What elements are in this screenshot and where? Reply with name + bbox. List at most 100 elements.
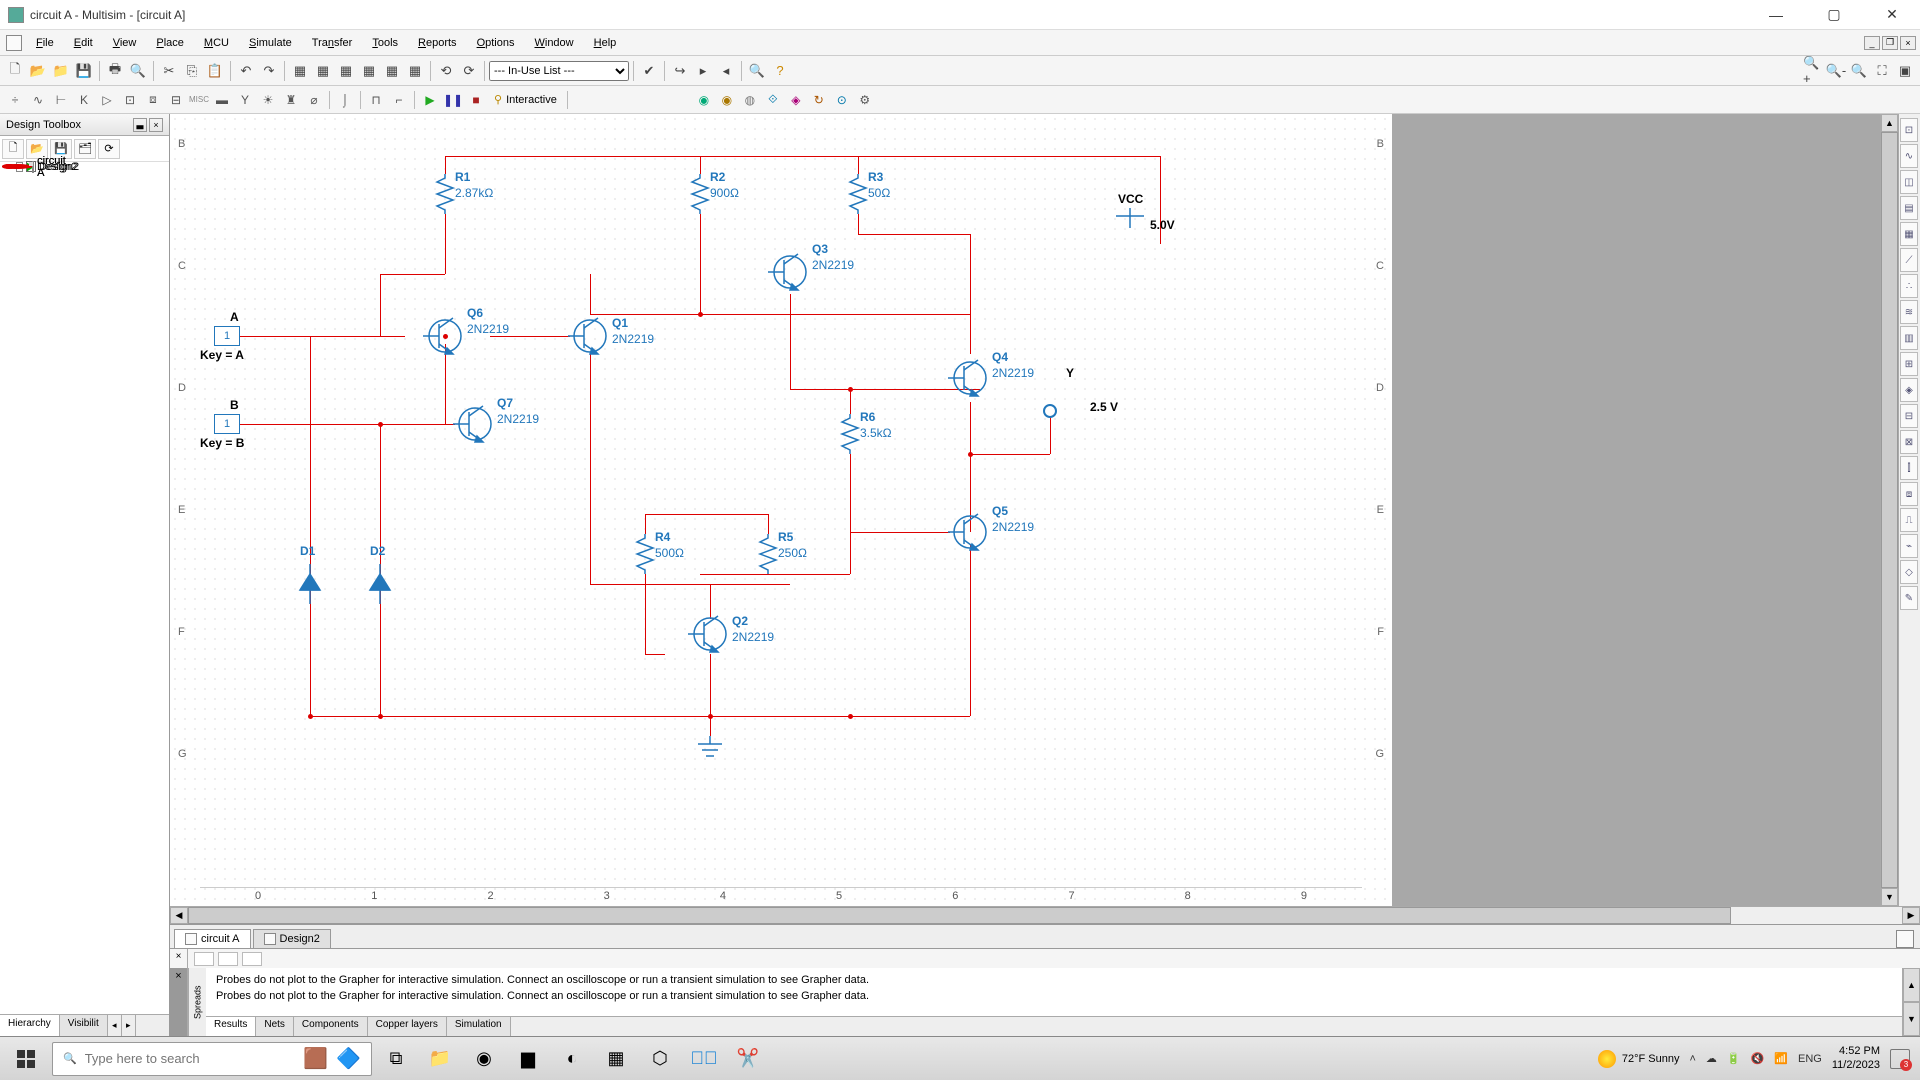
- tree-node-design2-doc[interactable]: Design2: [2, 164, 32, 169]
- resistor-r3[interactable]: [850, 174, 866, 214]
- toolbox-saveall-button[interactable]: 🗂: [74, 139, 96, 159]
- transistor-q6[interactable]: [423, 314, 467, 358]
- taskview-button[interactable]: ⧉: [376, 1041, 416, 1077]
- zoom-out-button[interactable]: 🔍-: [1825, 60, 1847, 82]
- instr-fg-button[interactable]: ∿: [1900, 144, 1918, 168]
- terminal-button[interactable]: ▆: [508, 1041, 548, 1077]
- menu-transfer[interactable]: Transfer: [302, 33, 363, 53]
- place-label-button[interactable]: MISC: [188, 89, 210, 111]
- db-button-5[interactable]: ▦: [381, 60, 403, 82]
- diode-d1[interactable]: [298, 564, 322, 604]
- print-button[interactable]: 🖶: [104, 60, 126, 82]
- menu-mcu[interactable]: MCU: [194, 33, 239, 53]
- inuse-list-select[interactable]: --- In-Use List ---: [489, 61, 629, 81]
- instr-2-button[interactable]: ◉: [716, 89, 738, 111]
- instr-ag-button[interactable]: ⎍: [1900, 508, 1918, 532]
- db-button-2[interactable]: ▦: [312, 60, 334, 82]
- menu-help[interactable]: Help: [584, 33, 627, 53]
- instr-lc-button[interactable]: ⊞: [1900, 352, 1918, 376]
- tool-button-1[interactable]: ⟲: [435, 60, 457, 82]
- db-button-4[interactable]: ▦: [358, 60, 380, 82]
- scroll-thumb-h[interactable]: [188, 907, 1731, 924]
- tray-wifi-icon[interactable]: 📶: [1774, 1052, 1788, 1065]
- close-button[interactable]: ✕: [1872, 1, 1912, 29]
- copy-button[interactable]: ⎘: [181, 60, 203, 82]
- ground-symbol[interactable]: [696, 736, 724, 760]
- instr-iv-button[interactable]: ◈: [1900, 378, 1918, 402]
- fullscreen-button[interactable]: ▣: [1894, 60, 1916, 82]
- msg-scroll-down[interactable]: ▼: [1903, 1002, 1920, 1036]
- tray-notifications-button[interactable]: [1890, 1049, 1910, 1069]
- instr-da-button[interactable]: ⊠: [1900, 430, 1918, 454]
- transistor-q7[interactable]: [453, 402, 497, 446]
- snip-button[interactable]: ✂️: [728, 1041, 768, 1077]
- place-rf-button[interactable]: ⌀: [303, 89, 325, 111]
- instr-4-button[interactable]: ⟐: [762, 89, 784, 111]
- sheet-tab-design2[interactable]: Design2: [253, 929, 331, 948]
- vcc-symbol[interactable]: [1110, 208, 1150, 228]
- sidebar-tab-right[interactable]: ▸: [122, 1015, 136, 1036]
- save-button[interactable]: 💾: [73, 60, 95, 82]
- place-diode-button[interactable]: ⊢: [50, 89, 72, 111]
- transistor-q5[interactable]: [948, 510, 992, 554]
- instr-ct-button[interactable]: ⌁: [1900, 534, 1918, 558]
- scroll-right-button[interactable]: ▶: [1902, 907, 1920, 924]
- menu-edit[interactable]: Edit: [64, 33, 103, 53]
- schematic-canvas[interactable]: BB CC DD EE FF GG 0123456789: [170, 114, 1392, 906]
- resistor-r4[interactable]: [637, 534, 653, 574]
- instr-lv-button[interactable]: ◇: [1900, 560, 1918, 584]
- canvas-scrollbar-v[interactable]: ▲ ▼: [1880, 114, 1898, 906]
- run-button[interactable]: ▶: [419, 89, 441, 111]
- toolbox-new-button[interactable]: 🗋: [2, 139, 24, 159]
- menu-reports[interactable]: Reports: [408, 33, 467, 53]
- msgtab-results[interactable]: Results: [206, 1017, 256, 1036]
- cut-button[interactable]: ✂: [158, 60, 180, 82]
- zoom-in-button[interactable]: 🔍+: [1802, 60, 1824, 82]
- instr-la-button[interactable]: ▥: [1900, 326, 1918, 350]
- place-misc-button[interactable]: ⊟: [165, 89, 187, 111]
- open-samples-button[interactable]: 📁: [50, 60, 72, 82]
- instr-mm-button[interactable]: ⊡: [1900, 118, 1918, 142]
- place-mixed-button[interactable]: Y: [234, 89, 256, 111]
- place-electromech-button[interactable]: ⌡: [334, 89, 356, 111]
- spreadsheet-close-button[interactable]: ×: [170, 949, 188, 968]
- toolbox-refresh-button[interactable]: ⟳: [98, 139, 120, 159]
- weather-widget[interactable]: 72°F Sunny: [1598, 1050, 1680, 1068]
- instr-na-button[interactable]: ⧈: [1900, 482, 1918, 506]
- instr-4ch-button[interactable]: ▦: [1900, 222, 1918, 246]
- place-source-button[interactable]: ÷: [4, 89, 26, 111]
- msg-scroll-up[interactable]: ▲: [1903, 968, 1920, 1002]
- instr-1-button[interactable]: ◉: [693, 89, 715, 111]
- msgtab-copper[interactable]: Copper layers: [368, 1017, 447, 1036]
- vscode-button[interactable]: �⃞: [684, 1041, 724, 1077]
- start-button[interactable]: [4, 1041, 48, 1077]
- place-analog-button[interactable]: ▷: [96, 89, 118, 111]
- goto-button-1[interactable]: ↪: [669, 60, 691, 82]
- menu-place[interactable]: Place: [146, 33, 194, 53]
- help-button[interactable]: ?: [769, 60, 791, 82]
- search-input[interactable]: [85, 1051, 295, 1066]
- place-indicator-button[interactable]: ☀: [257, 89, 279, 111]
- switch-a[interactable]: 1: [214, 326, 240, 346]
- chrome-button[interactable]: ◉: [464, 1041, 504, 1077]
- sidebar-tab-visibility[interactable]: Visibilit: [60, 1015, 108, 1036]
- menu-file[interactable]: File: [26, 33, 64, 53]
- app-hex-button[interactable]: ⬡: [640, 1041, 680, 1077]
- msgtab-components[interactable]: Components: [294, 1017, 368, 1036]
- scroll-left-button[interactable]: ◀: [170, 907, 188, 924]
- place-power-button[interactable]: ♜: [280, 89, 302, 111]
- db-button-3[interactable]: ▦: [335, 60, 357, 82]
- taskbar-search[interactable]: 🔍 🟫 🔷: [52, 1042, 372, 1076]
- instr-ni-button[interactable]: ✎: [1900, 586, 1918, 610]
- db-button-6[interactable]: ▦: [404, 60, 426, 82]
- redo-button[interactable]: ↷: [258, 60, 280, 82]
- place-cmos-button[interactable]: ⧈: [142, 89, 164, 111]
- place-bus-button[interactable]: ⌐: [388, 89, 410, 111]
- hierarchy-tree[interactable]: − circuit A circuit A −✓ Design2 Design2: [0, 162, 169, 1014]
- instr-8-button[interactable]: ⚙: [854, 89, 876, 111]
- place-advanced-button[interactable]: ▬: [211, 89, 233, 111]
- resistor-r5[interactable]: [760, 534, 776, 574]
- open-button[interactable]: 📂: [27, 60, 49, 82]
- place-basic-button[interactable]: ∿: [27, 89, 49, 111]
- msgtab-nets[interactable]: Nets: [256, 1017, 294, 1036]
